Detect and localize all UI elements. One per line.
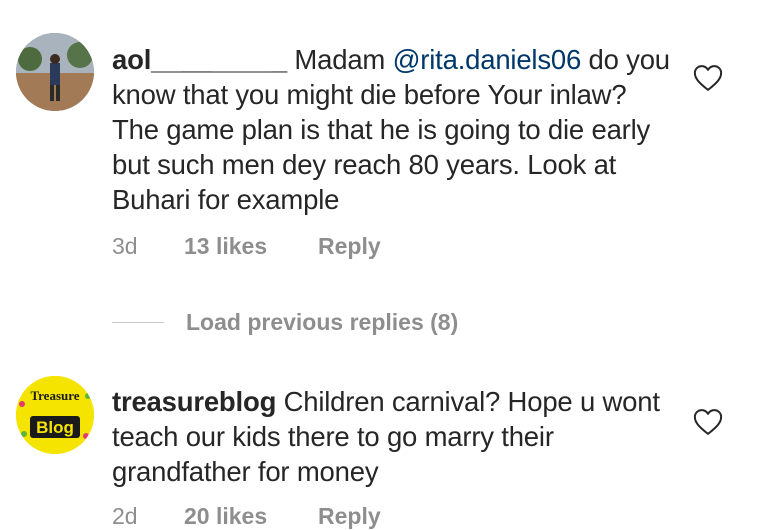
svg-text:Blog: Blog [36, 418, 74, 437]
comment-mention[interactable]: @rita.daniels06 [393, 44, 582, 75]
comment-text: treasureblog Children carnival? Hope u w… [112, 384, 672, 489]
reply-button[interactable]: Reply [318, 503, 381, 530]
avatar[interactable]: Treasure Blog [16, 376, 94, 454]
comment-username[interactable]: aol_________ [112, 44, 287, 75]
reply-button[interactable]: Reply [318, 233, 381, 260]
svg-text:Treasure: Treasure [30, 388, 79, 403]
comment-text: aol_________ Madam @rita.daniels06 do yo… [112, 42, 672, 217]
load-previous-replies[interactable]: Load previous replies (8) [112, 306, 458, 338]
comment-meta: 2d 20 likes Reply [112, 503, 381, 530]
replies-divider [112, 321, 164, 323]
comment-likes[interactable]: 20 likes [184, 503, 318, 530]
avatar[interactable] [16, 33, 94, 111]
comment-likes[interactable]: 13 likes [184, 233, 318, 260]
heart-outline-icon[interactable] [693, 64, 723, 92]
avatar-photo [16, 33, 94, 111]
load-replies-label[interactable]: Load previous replies (8) [186, 309, 458, 336]
comment-meta: 3d 13 likes Reply [112, 233, 381, 260]
comment-age: 3d [112, 233, 138, 259]
heart-outline-icon[interactable] [693, 408, 723, 436]
comment-age: 2d [112, 503, 138, 529]
treasure-blog-logo: Treasure Blog [16, 376, 94, 454]
comment-text-before: Madam [286, 44, 393, 75]
comment-username[interactable]: treasureblog [112, 386, 276, 417]
